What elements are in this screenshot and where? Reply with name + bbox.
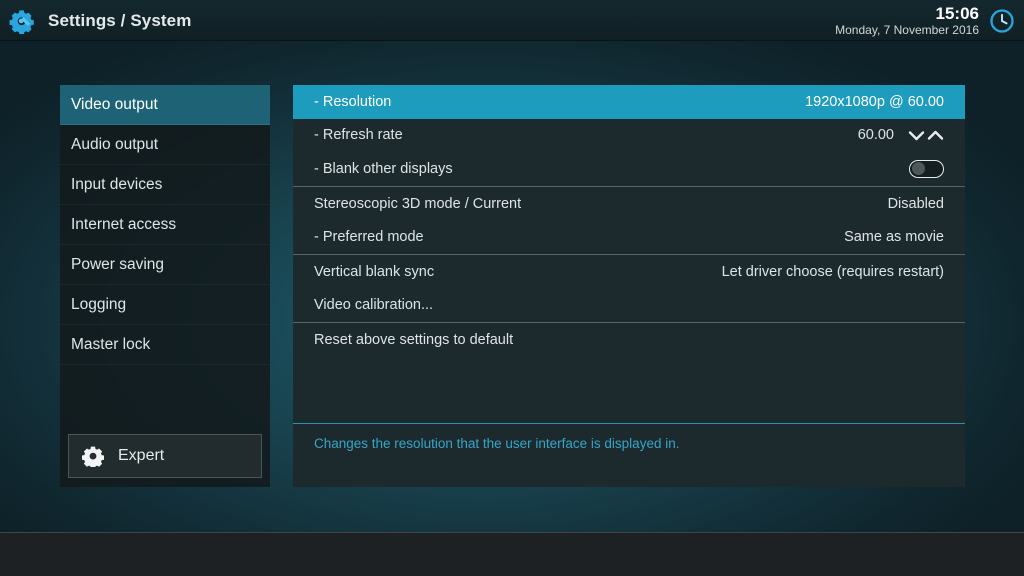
setting-value: Let driver choose (requires restart) bbox=[721, 263, 944, 280]
settings-list: - Resolution 1920x1080p @ 60.00 - Refres… bbox=[293, 85, 965, 423]
sidebar-item-label: Logging bbox=[71, 295, 127, 313]
settings-gear-wrench-icon bbox=[9, 8, 35, 34]
toggle-knob bbox=[911, 162, 925, 176]
sidebar-item-audio-output[interactable]: Audio output bbox=[60, 125, 270, 165]
page-title: Settings / System bbox=[48, 10, 192, 30]
sidebar-item-label: Input devices bbox=[71, 175, 163, 193]
gear-icon bbox=[82, 445, 104, 467]
blank-other-displays-toggle[interactable] bbox=[909, 159, 944, 178]
chevron-up-icon[interactable] bbox=[927, 129, 944, 142]
setting-row-preferred-mode[interactable]: - Preferred mode Same as movie bbox=[293, 220, 965, 254]
setting-row-resolution[interactable]: - Resolution 1920x1080p @ 60.00 bbox=[293, 85, 965, 119]
sidebar-item-input-devices[interactable]: Input devices bbox=[60, 165, 270, 205]
sidebar-item-label: Internet access bbox=[71, 215, 177, 233]
setting-label: - Refresh rate bbox=[314, 127, 403, 144]
refresh-rate-spinner[interactable] bbox=[908, 129, 944, 142]
sidebar-item-internet-access[interactable]: Internet access bbox=[60, 205, 270, 245]
setting-label: - Blank other displays bbox=[314, 160, 453, 177]
setting-label: Video calibration... bbox=[314, 297, 434, 314]
sidebar-item-label: Audio output bbox=[71, 135, 159, 153]
settings-category-sidebar: Video output Audio output Input devices … bbox=[60, 85, 270, 487]
setting-row-blank-other-displays[interactable]: - Blank other displays bbox=[293, 152, 965, 186]
bottom-bar bbox=[0, 532, 1024, 576]
setting-label: Vertical blank sync bbox=[314, 263, 435, 280]
setting-value: Same as movie bbox=[844, 229, 944, 246]
top-bar-right: 15:06 Monday, 7 November 2016 bbox=[835, 0, 1016, 41]
top-bar: Settings / System 15:06 Monday, 7 Novemb… bbox=[0, 0, 1024, 41]
setting-row-stereoscopic-3d-mode[interactable]: Stereoscopic 3D mode / Current Disabled bbox=[293, 187, 965, 221]
setting-row-video-calibration[interactable]: Video calibration... bbox=[293, 289, 965, 323]
setting-label: Stereoscopic 3D mode / Current bbox=[314, 195, 522, 212]
sidebar-item-logging[interactable]: Logging bbox=[60, 285, 270, 325]
sidebar-item-label: Power saving bbox=[71, 255, 165, 273]
expert-level-button[interactable]: Expert bbox=[68, 434, 262, 478]
setting-label: - Preferred mode bbox=[314, 229, 424, 246]
setting-value: 1920x1080p @ 60.00 bbox=[805, 93, 944, 110]
setting-value: Disabled bbox=[887, 195, 944, 212]
clock-time: 15:06 bbox=[935, 3, 979, 23]
clock-date: Monday, 7 November 2016 bbox=[835, 22, 979, 37]
sidebar-item-video-output[interactable]: Video output bbox=[60, 85, 270, 125]
chevron-down-icon[interactable] bbox=[908, 129, 925, 142]
expert-level-label: Expert bbox=[118, 447, 165, 464]
top-bar-left: Settings / System bbox=[9, 0, 191, 41]
setting-row-refresh-rate[interactable]: - Refresh rate 60.00 bbox=[293, 119, 965, 153]
setting-row-vertical-blank-sync[interactable]: Vertical blank sync Let driver choose (r… bbox=[293, 255, 965, 289]
setting-label: Reset above settings to default bbox=[314, 331, 514, 348]
sidebar-item-master-lock[interactable]: Master lock bbox=[60, 325, 270, 365]
setting-description: Changes the resolution that the user int… bbox=[314, 436, 680, 451]
sidebar-item-label: Master lock bbox=[71, 335, 151, 353]
description-separator bbox=[293, 423, 965, 424]
setting-row-reset-above-settings[interactable]: Reset above settings to default bbox=[293, 323, 965, 357]
clock-text: 15:06 Monday, 7 November 2016 bbox=[835, 3, 979, 37]
setting-label: - Resolution bbox=[314, 93, 392, 110]
clock-icon bbox=[988, 7, 1016, 35]
setting-value: 60.00 bbox=[857, 127, 894, 144]
settings-content-panel: - Resolution 1920x1080p @ 60.00 - Refres… bbox=[293, 85, 965, 487]
sidebar-item-label: Video output bbox=[71, 95, 158, 113]
kodi-settings-screen: Settings / System 15:06 Monday, 7 Novemb… bbox=[0, 0, 1024, 576]
sidebar-item-power-saving[interactable]: Power saving bbox=[60, 245, 270, 285]
